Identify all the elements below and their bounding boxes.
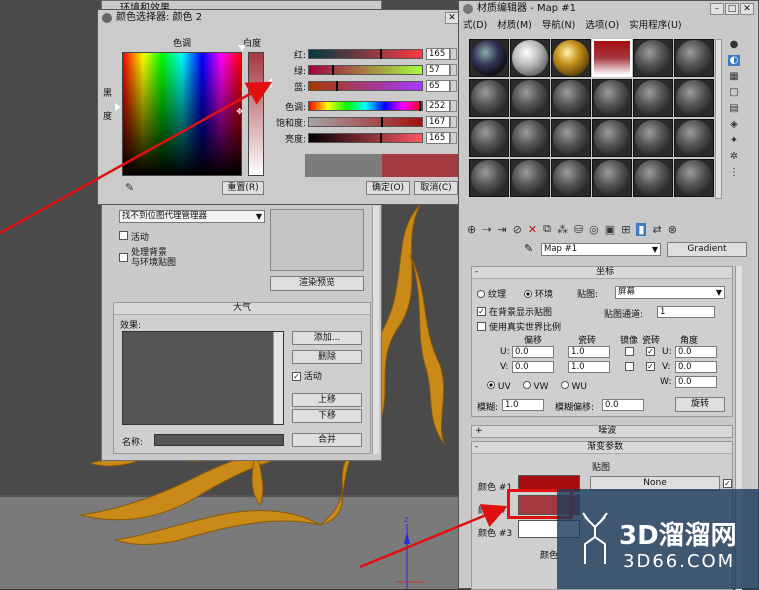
deer-logo-icon	[582, 512, 608, 564]
arrow-to-whiteness	[0, 81, 273, 235]
watermark-brand: 3D溜溜网	[619, 521, 737, 551]
watermark: 3D溜溜网 3D66.COM	[557, 489, 759, 589]
watermark-url: 3D66.COM	[623, 551, 736, 572]
arrow-to-color2	[359, 504, 508, 569]
